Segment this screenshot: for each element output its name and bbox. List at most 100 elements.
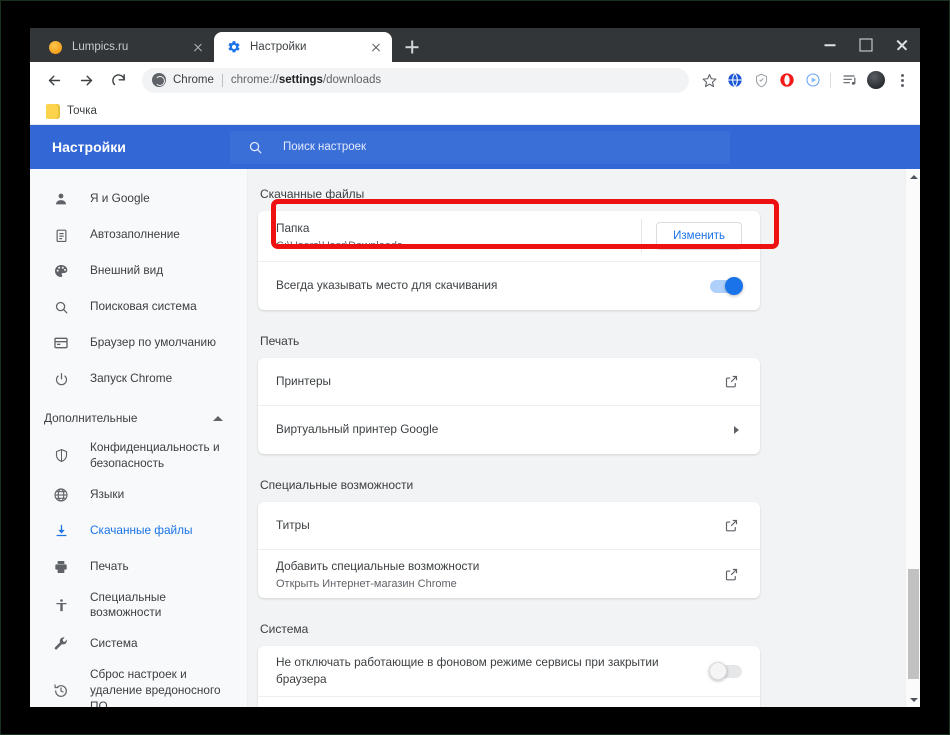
external-link-icon[interactable] xyxy=(724,374,742,389)
sidebar-item-downloads[interactable]: Скачанные файлы xyxy=(30,513,247,549)
always-ask-toggle[interactable] xyxy=(710,280,742,293)
new-tab-button[interactable] xyxy=(398,33,426,61)
tab-lumpics[interactable]: Lumpics.ru xyxy=(36,32,214,62)
sidebar-item-reset-and-cleanup[interactable]: Сброс настроек и удаление вредоносного П… xyxy=(30,662,247,707)
folder-path: C:\Users\User\Downloads xyxy=(276,240,635,252)
scrollbar-thumb[interactable] xyxy=(908,569,919,679)
tab-strip: Lumpics.ru Настройки xyxy=(30,28,920,62)
download-icon xyxy=(52,522,70,540)
sidebar-item-label: Внешний вид xyxy=(90,263,233,279)
minimize-button[interactable] xyxy=(812,28,848,62)
search-icon xyxy=(248,140,263,155)
sidebar-item-appearance[interactable]: Внешний вид xyxy=(30,253,247,289)
scroll-up-arrow-icon[interactable] xyxy=(906,169,920,184)
back-icon[interactable] xyxy=(40,66,68,94)
forward-icon[interactable] xyxy=(72,66,100,94)
content-scrollbar[interactable] xyxy=(905,169,920,707)
sidebar-item-label: Специальные возможности xyxy=(90,590,233,622)
browser-window: Lumpics.ru Настройки xyxy=(30,28,920,707)
url-prefix: chrome:// xyxy=(231,74,279,86)
close-button[interactable] xyxy=(884,28,920,62)
printers-row[interactable]: Принтеры xyxy=(258,358,760,406)
tab-close-icon[interactable] xyxy=(368,39,384,55)
add-accessibility-sublabel: Открыть Интернет-магазин Chrome xyxy=(276,578,724,590)
sidebar-item-search-engine[interactable]: Поисковая система xyxy=(30,289,247,325)
opera-vpn-icon[interactable] xyxy=(775,68,799,92)
avatar[interactable] xyxy=(864,68,888,92)
tab-title: Настройки xyxy=(250,41,368,53)
printers-label: Принтеры xyxy=(276,373,724,390)
sidebar-item-label: Автозаполнение xyxy=(90,227,233,243)
add-accessibility-row[interactable]: Добавить специальные возможности Открыть… xyxy=(258,550,760,598)
row-divider xyxy=(641,219,642,253)
palette-icon xyxy=(52,262,70,280)
gear-icon xyxy=(226,40,241,55)
sidebar-item-on-startup[interactable]: Запуск Chrome xyxy=(30,361,247,397)
sidebar-item-privacy-and-security[interactable]: Конфиденциальность и безопасность xyxy=(30,435,247,477)
cloud-print-label: Виртуальный принтер Google xyxy=(276,421,734,438)
background-apps-row: Не отключать работающие в фоновом режиме… xyxy=(258,646,760,697)
chrome-menu-icon[interactable] xyxy=(890,68,914,92)
sidebar-item-default-browser[interactable]: Браузер по умолчанию xyxy=(30,325,247,361)
folder-label: Папка xyxy=(276,220,635,237)
browser-window-icon xyxy=(52,334,70,352)
settings-content: Скачанные файлы Папка C:\Users\User\Down… xyxy=(248,169,920,707)
settings-page: Настройки Поиск настроек xyxy=(30,125,920,707)
sidebar-item-label: Скачанные файлы xyxy=(90,523,233,539)
printer-icon xyxy=(52,558,70,576)
external-link-icon[interactable] xyxy=(724,567,742,582)
globe-extension-icon[interactable] xyxy=(723,68,747,92)
sidebar-item-languages[interactable]: Языки xyxy=(30,477,247,513)
sidebar-group-label: Дополнительные xyxy=(44,411,213,425)
sidebar-item-label: Языки xyxy=(90,487,233,503)
star-icon[interactable] xyxy=(697,68,721,92)
screenshot-root: Lumpics.ru Настройки xyxy=(0,0,950,735)
search-wrapper: Поиск настроек xyxy=(230,131,920,164)
section-title-downloads: Скачанные файлы xyxy=(260,187,920,201)
wrench-icon xyxy=(52,635,70,653)
print-card: Принтеры Виртуальный принтер Google xyxy=(258,358,760,454)
bookmark-item[interactable]: Точка xyxy=(40,101,103,122)
maximize-button[interactable] xyxy=(848,28,884,62)
hardware-acceleration-row: Использовать аппаратное ускорение (при н… xyxy=(258,697,760,707)
toolbar-divider xyxy=(830,73,831,88)
folder-row: Папка C:\Users\User\Downloads Изменить xyxy=(258,211,760,262)
captions-row[interactable]: Титры xyxy=(258,502,760,550)
sidebar-item-autofill[interactable]: Автозаполнение xyxy=(30,217,247,253)
sidebar-advanced-group[interactable]: Дополнительные xyxy=(30,397,247,435)
settings-body: Я и Google Автозаполнение Внешний вид xyxy=(30,169,920,707)
change-folder-button[interactable]: Изменить xyxy=(656,222,742,250)
external-link-icon[interactable] xyxy=(724,518,742,533)
accessibility-card: Титры Добавить специальные возможности О… xyxy=(258,502,760,598)
sidebar-item-label: Печать xyxy=(90,559,233,575)
address-bar[interactable]: Chrome chrome://settings/downloads xyxy=(142,68,689,93)
sidebar-item-label: Система xyxy=(90,636,233,652)
play-extension-icon[interactable] xyxy=(801,68,825,92)
tab-settings[interactable]: Настройки xyxy=(214,32,392,62)
add-accessibility-label: Добавить специальные возможности xyxy=(276,558,724,575)
page-info-icon[interactable] xyxy=(152,73,166,87)
scroll-down-arrow-icon[interactable] xyxy=(906,692,920,707)
section-title-accessibility: Специальные возможности xyxy=(260,478,920,492)
omnibox-scheme-label: Chrome xyxy=(173,74,214,86)
power-icon xyxy=(52,370,70,388)
background-apps-toggle[interactable] xyxy=(710,665,742,678)
tab-close-icon[interactable] xyxy=(190,39,206,55)
sidebar-item-printing[interactable]: Печать xyxy=(30,549,247,585)
sidebar-item-accessibility[interactable]: Специальные возможности xyxy=(30,585,247,627)
settings-sidebar: Я и Google Автозаполнение Внешний вид xyxy=(30,169,248,707)
sidebar-item-label: Запуск Chrome xyxy=(90,371,233,387)
reading-list-icon[interactable] xyxy=(838,68,862,92)
google-cloud-print-row[interactable]: Виртуальный принтер Google xyxy=(258,406,760,454)
system-card: Не отключать работающие в фоновом режиме… xyxy=(258,646,760,707)
shield-extension-icon[interactable] xyxy=(749,68,773,92)
url-suffix: /downloads xyxy=(323,74,381,86)
bookmarks-bar: Точка xyxy=(30,98,920,125)
sidebar-item-system[interactable]: Система xyxy=(30,626,247,662)
search-input[interactable]: Поиск настроек xyxy=(230,131,730,164)
sidebar-item-label: Я и Google xyxy=(90,191,233,207)
shield-icon xyxy=(52,447,70,465)
omnibox-separator xyxy=(222,74,223,87)
reload-icon[interactable] xyxy=(104,66,132,94)
sidebar-item-you-and-google[interactable]: Я и Google xyxy=(30,181,247,217)
